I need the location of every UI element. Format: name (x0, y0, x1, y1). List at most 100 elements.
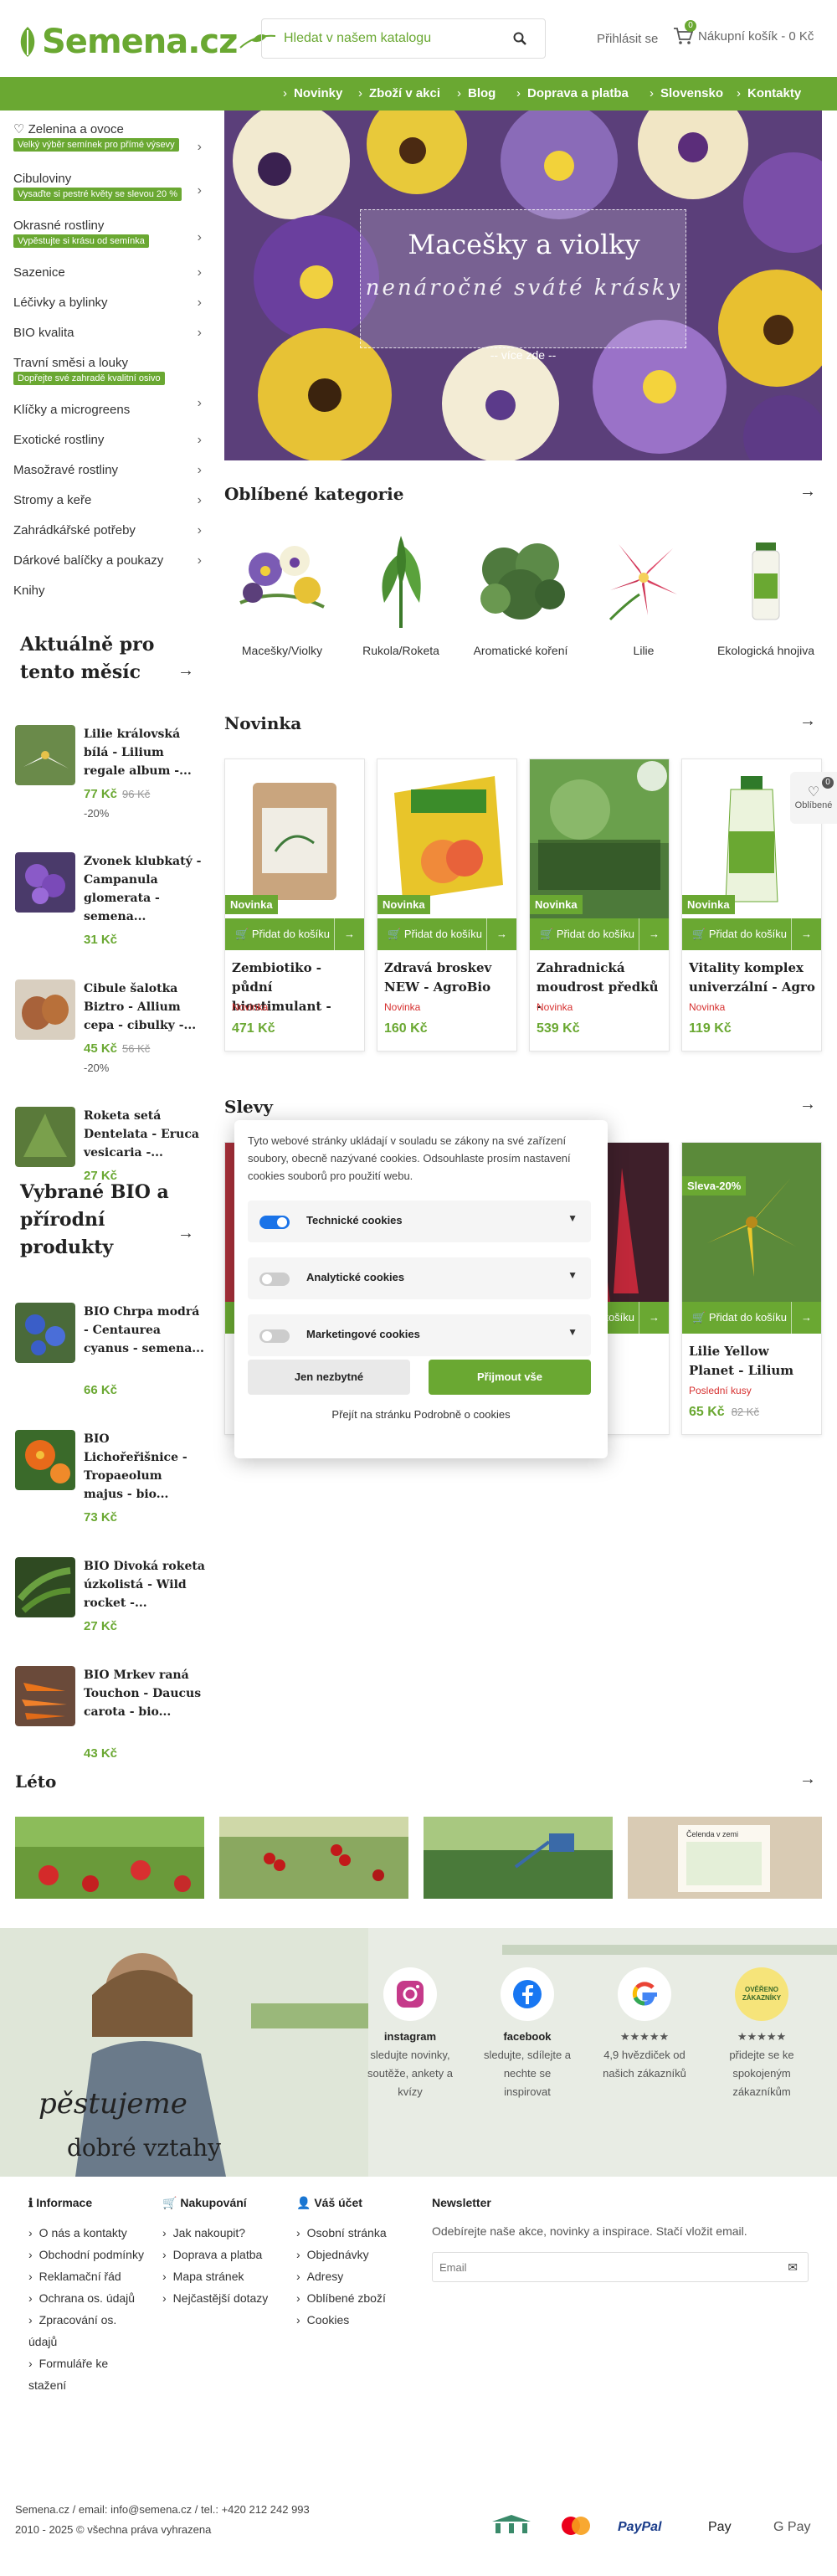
newsletter-email-input[interactable] (433, 2253, 768, 2281)
instagram-block[interactable]: instagram sledujte novinky, soutěže, ank… (363, 1967, 457, 2101)
deny-cookies-button[interactable]: Jen nezbytné (248, 1360, 410, 1395)
footer-link[interactable]: Adresy (296, 2265, 413, 2287)
cookie-details-link[interactable]: Přejít na stránku Podrobně o cookies (234, 1408, 608, 1421)
footer-link[interactable]: Osobní stránka (296, 2222, 413, 2244)
footer-link[interactable]: O nás a kontakty (28, 2222, 146, 2244)
arrow-right-icon[interactable]: → (177, 661, 194, 681)
category-koreni[interactable]: Aromatické koření (466, 527, 575, 657)
technical-toggle[interactable] (259, 1216, 290, 1229)
sidebar-item-okrasne[interactable]: Okrasné rostliny Vypěstujte si krásu od … (13, 219, 202, 248)
product-name[interactable]: Lilie Yellow Planet - Lilium (689, 1342, 816, 1381)
nav-item-blog[interactable]: Blog (457, 77, 496, 111)
side-product-price: 77 Kč 96 Kč (84, 787, 150, 801)
product-price: 471 Kč (232, 1021, 275, 1036)
cart-link[interactable]: 0 Nákupní košík - 0 Kč (673, 20, 814, 45)
login-link[interactable]: Přihlásit se (597, 32, 658, 46)
favorites-floating-button[interactable]: ♡ 0 Oblíbené (790, 772, 837, 824)
marketing-toggle[interactable] (259, 1329, 290, 1343)
heureka-block[interactable]: OVĚŘENO ZÁKAZNÍKY ★★★★★ přidejte se ke s… (715, 1967, 809, 2101)
category-label: Ekologická hnojiva (717, 644, 814, 657)
product-card[interactable]: Sleva-20% 🛒 Přidat do košíku → Lilie Yell… (681, 1142, 822, 1435)
category-lilie[interactable]: Lilie (589, 527, 698, 657)
sidebar-item-label: Cibuloviny (13, 172, 72, 186)
chevron-right-icon: › (197, 523, 202, 537)
sidebar-item-bio[interactable]: BIO kvalita › (13, 326, 202, 340)
footer-link[interactable]: Doprava a platba (162, 2244, 280, 2265)
accept-cookies-button[interactable]: Přijmout vše (429, 1360, 591, 1395)
add-to-cart-button[interactable]: 🛒 Přidat do košíku→ (377, 918, 516, 950)
category-macesky[interactable]: Macešky/Violky (228, 527, 336, 657)
footer-link[interactable]: Mapa stránek (162, 2265, 280, 2287)
cookie-row-technical[interactable]: Technické cookies ▼ (248, 1201, 591, 1242)
sidebar-item-sazenice[interactable]: Sazenice › (13, 265, 202, 280)
nav-item-kontakty[interactable]: Kontakty (737, 77, 801, 111)
sidebar-item-cibuloviny[interactable]: Cibuloviny Vysaďte si pestré květy se sl… (13, 172, 202, 201)
product-card[interactable]: Novinka 🛒 Přidat do košíku → Zembiotiko -… (224, 758, 365, 1051)
cookie-row-analytics[interactable]: Analytické cookies ▼ (248, 1257, 591, 1299)
footer-heading: 🛒 Nakupování (162, 2192, 280, 2214)
sidebar-item-darkove[interactable]: Dárkové balíčky a poukazy › (13, 553, 202, 568)
footer-link[interactable]: Jak nakoupit? (162, 2222, 280, 2244)
summer-tile-watering[interactable] (424, 1817, 613, 1899)
pansy-image (239, 546, 325, 609)
herbs-image (480, 543, 565, 620)
slogan-line-1: pěstujeme (39, 2087, 187, 2121)
category-rukola[interactable]: Rukola/Roketa (347, 527, 455, 657)
sidebar-item-stromy[interactable]: Stromy a keře › (13, 493, 202, 507)
hero-subtitle: nenáročné sváté krásky (365, 275, 683, 301)
sidebar-item-label: BIO kvalita (13, 326, 74, 340)
sidebar-item-lecivky[interactable]: Léčivky a bylinky › (13, 296, 202, 310)
summer-tile-calendar[interactable]: Čelenda v zemi (628, 1817, 822, 1899)
category-hnojiva[interactable]: Ekologická hnojiva (711, 527, 820, 657)
sidebar-item-travni[interactable]: Travní směsi a louky Dopřejte své zahrad… (13, 356, 202, 385)
product-name[interactable]: Zdravá broskev NEW - AgroBio (384, 959, 511, 997)
add-to-cart-button[interactable]: 🛒 Přidat do košíku→ (682, 918, 821, 950)
footer-link[interactable]: Nejčastější dotazy (162, 2287, 280, 2309)
add-to-cart-button[interactable]: 🛒 Přidat do košíku→ (530, 918, 669, 950)
sidebar-item-zelenina[interactable]: ♡ Zelenina a ovoce Velký výběr semínek p… (13, 121, 202, 154)
main-nav: Novinky Zboží v akci Blog Doprava a plat… (0, 77, 837, 111)
footer-link[interactable]: Cookies (296, 2309, 413, 2331)
sidebar-item-masozrave[interactable]: Masožravé rostliny › (13, 463, 202, 477)
summer-tile-strawberries[interactable] (15, 1817, 204, 1899)
cookie-row-marketing[interactable]: Marketingové cookies ▼ (248, 1314, 591, 1356)
novinka-title: Novinka (224, 713, 302, 733)
envelope-icon[interactable]: ✉ (788, 2253, 798, 2281)
arrow-right-icon[interactable]: → (799, 482, 816, 501)
sidebar-item-exoticke[interactable]: Exotické rostliny › (13, 433, 202, 447)
arrow-right-icon[interactable]: → (799, 712, 816, 731)
search-icon[interactable] (513, 32, 526, 45)
add-to-cart-button[interactable]: 🛒 Přidat do košíku→ (225, 918, 364, 950)
hero-more-link[interactable]: -- více zde -- (224, 348, 822, 362)
product-price: 65 Kč 82 Kč (689, 1405, 759, 1420)
search-input[interactable] (284, 31, 510, 46)
product-card[interactable]: Novinka 🛒 Přidat do košíku → Zdravá brosk… (377, 758, 517, 1051)
footer-link[interactable]: Formuláře ke stažení (28, 2352, 146, 2396)
footer-link[interactable]: Oblíbené zboží (296, 2287, 413, 2309)
nav-item-doprava[interactable]: Doprava a platba (516, 77, 629, 111)
footer-link[interactable]: Obchodní podmínky (28, 2244, 146, 2265)
sidebar-item-potreby[interactable]: Zahrádkářské potřeby › (13, 523, 202, 537)
footer-link[interactable]: Ochrana os. údajů (28, 2287, 146, 2309)
arrow-right-icon[interactable]: → (177, 1224, 194, 1243)
google-reviews-block[interactable]: ★★★★★ 4,9 hvězdiček od našich zákazníků (598, 1967, 691, 2083)
summer-tile-currants[interactable] (219, 1817, 408, 1899)
nav-item-novinky[interactable]: Novinky (283, 77, 342, 111)
footer-link[interactable]: Zpracování os. údajů (28, 2309, 146, 2352)
sidebar-item-klicky[interactable]: Klíčky a microgreens › (13, 396, 202, 417)
sidebar-item-knihy[interactable]: Knihy (13, 584, 202, 598)
product-name[interactable]: Vitality komplex univerzální - Agro (689, 959, 816, 997)
arrow-right-icon[interactable]: → (799, 1095, 816, 1114)
hero-banner[interactable]: Macešky a violky nenáročné sváté krásky … (224, 111, 822, 460)
facebook-block[interactable]: facebook sledujte, sdílejte a nechte se … (480, 1967, 574, 2101)
analytics-toggle[interactable] (259, 1273, 290, 1286)
arrow-right-icon[interactable]: → (799, 1770, 816, 1789)
product-card[interactable]: Novinka 🛒 Přidat do košíku → Zahradnická … (529, 758, 670, 1051)
chevron-right-icon: › (197, 140, 202, 154)
logo[interactable]: Semena.cz (15, 17, 277, 67)
nav-item-zbozi-v-akci[interactable]: Zboží v akci (358, 77, 440, 111)
nav-item-slovensko[interactable]: Slovensko (650, 77, 723, 111)
footer-link[interactable]: Reklamační řád (28, 2265, 146, 2287)
footer-link[interactable]: Objednávky (296, 2244, 413, 2265)
add-to-cart-button[interactable]: 🛒 Přidat do košíku→ (682, 1302, 821, 1334)
